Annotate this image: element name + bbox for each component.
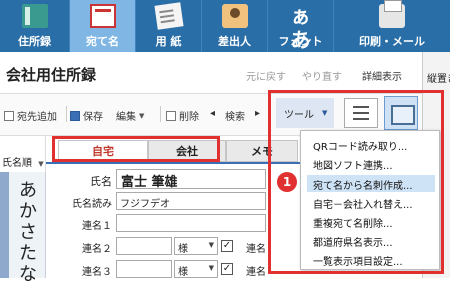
step-number-badge: 1 xyxy=(277,172,297,192)
joint-name-1-label: 連名１ xyxy=(82,221,112,232)
sort-selector[interactable]: 氏名順 ▼ xyxy=(0,136,46,172)
add-icon xyxy=(4,110,14,121)
chevron-down-icon: ▼ xyxy=(139,111,145,120)
ribbon-paper-button[interactable]: 用 紙 xyxy=(136,0,202,52)
tab-home[interactable]: 自宅 xyxy=(58,140,148,162)
right-panel-title: 縦置き xyxy=(422,52,450,94)
address-book-icon xyxy=(21,4,48,28)
list-view-button[interactable] xyxy=(344,98,378,128)
save-button[interactable]: 保存 xyxy=(70,108,103,123)
paper-icon xyxy=(153,2,184,30)
ribbon-label: 宛て名 xyxy=(86,35,119,48)
sort-label: 氏名順 xyxy=(2,158,32,169)
menu-item-create-business-card[interactable]: 宛て名から名刺作成... xyxy=(307,175,435,192)
ribbon-label: 差出人 xyxy=(218,35,251,48)
sender-icon xyxy=(221,4,248,28)
card-view-button[interactable] xyxy=(384,96,418,130)
kana-index-item[interactable]: な xyxy=(19,260,37,286)
joint-name-1-field[interactable] xyxy=(116,214,266,232)
chevron-down-icon: ▼ xyxy=(38,160,44,168)
chevron-left-icon: ◂ xyxy=(210,108,216,119)
ribbon-address-button[interactable]: 宛て名 xyxy=(70,0,136,52)
tab-memo[interactable]: メモ xyxy=(226,140,298,162)
prev-button[interactable]: ◂ xyxy=(210,108,215,119)
save-label: 保存 xyxy=(83,112,103,123)
menu-item-swap-home-company[interactable]: 自宅－会社入れ替え... xyxy=(307,194,435,211)
redo-button[interactable]: やり直す xyxy=(302,68,342,83)
joint-name-3-field[interactable] xyxy=(116,260,172,278)
honorific-value: 様 xyxy=(178,244,188,255)
ribbon-toolbar: 住所録 宛て名 用 紙 差出人 ぁあ フォント 印刷・メール xyxy=(0,0,450,52)
divider xyxy=(160,106,161,122)
tool-dropdown-button[interactable]: ツール ▼ xyxy=(276,98,334,128)
font-icon: ぁあ xyxy=(290,4,311,52)
printer-icon xyxy=(379,0,405,28)
divider xyxy=(66,106,67,122)
chevron-down-icon: ▼ xyxy=(322,109,328,117)
ribbon-label: 用 紙 xyxy=(155,35,182,48)
chevron-right-icon: ▸ xyxy=(255,108,261,119)
joint-name-2-label: 連名２ xyxy=(82,244,112,255)
search-label: 検索 xyxy=(225,112,245,123)
ribbon-print-button[interactable]: 印刷・メール xyxy=(334,0,450,52)
name-field[interactable]: 富士 筆雄 xyxy=(116,169,266,190)
title-bar: 会社用住所録 元に戻す やり直す 詳細表示 xyxy=(0,52,422,94)
ribbon-sender-button[interactable]: 差出人 xyxy=(202,0,268,52)
save-icon xyxy=(70,110,80,121)
right-joint-2-label: 連名 xyxy=(246,244,266,255)
page-title: 会社用住所録 xyxy=(6,66,97,84)
ribbon-address-book-button[interactable]: 住所録 xyxy=(0,0,70,52)
undo-button[interactable]: 元に戻す xyxy=(246,68,286,83)
delete-button[interactable]: 削除 xyxy=(166,108,199,123)
menu-item-list-settings[interactable]: 一覧表示項目設定... xyxy=(307,251,435,268)
ribbon-label: 住所録 xyxy=(18,35,51,48)
add-recipient-button[interactable]: 宛先追加 xyxy=(4,108,57,123)
next-button[interactable]: ▸ xyxy=(255,108,260,119)
honorific-value: 様 xyxy=(178,267,188,278)
reading-field[interactable]: フジフデオ xyxy=(116,192,266,210)
joint-name-3-label: 連名３ xyxy=(82,267,112,278)
delete-label: 削除 xyxy=(179,112,199,123)
ribbon-font-button[interactable]: ぁあ フォント xyxy=(268,0,334,52)
edit-label: 編集 xyxy=(116,112,136,123)
reading-label: 氏名読み xyxy=(72,199,112,210)
menu-item-show-prefecture[interactable]: 都道府県名表示... xyxy=(307,232,435,249)
details-button[interactable]: 詳細表示 xyxy=(362,68,402,83)
menu-item-remove-duplicates[interactable]: 重複宛て名削除... xyxy=(307,213,435,230)
right-joint-3-label: 連名 xyxy=(246,267,266,278)
edit-button[interactable]: 編集 ▼ xyxy=(116,108,145,124)
index-scroll-bar[interactable] xyxy=(0,172,9,278)
menu-item-qr-code[interactable]: QRコード読み取り... xyxy=(307,136,435,153)
name-label: 氏名 xyxy=(90,175,112,188)
search-button[interactable]: 検索 xyxy=(225,108,245,123)
envelope-icon xyxy=(89,4,116,28)
tool-label: ツール xyxy=(284,109,314,121)
delete-icon xyxy=(166,110,176,121)
tool-menu: QRコード読み取り... 地図ソフト連携... 宛て名から名刺作成... 自宅－… xyxy=(300,130,440,270)
add-label: 宛先追加 xyxy=(17,112,57,123)
menu-item-map-link[interactable]: 地図ソフト連携... xyxy=(307,155,435,172)
tab-company[interactable]: 会社 xyxy=(148,140,226,162)
ribbon-label: 印刷・メール xyxy=(359,35,425,48)
joint-name-2-field[interactable] xyxy=(116,237,172,255)
